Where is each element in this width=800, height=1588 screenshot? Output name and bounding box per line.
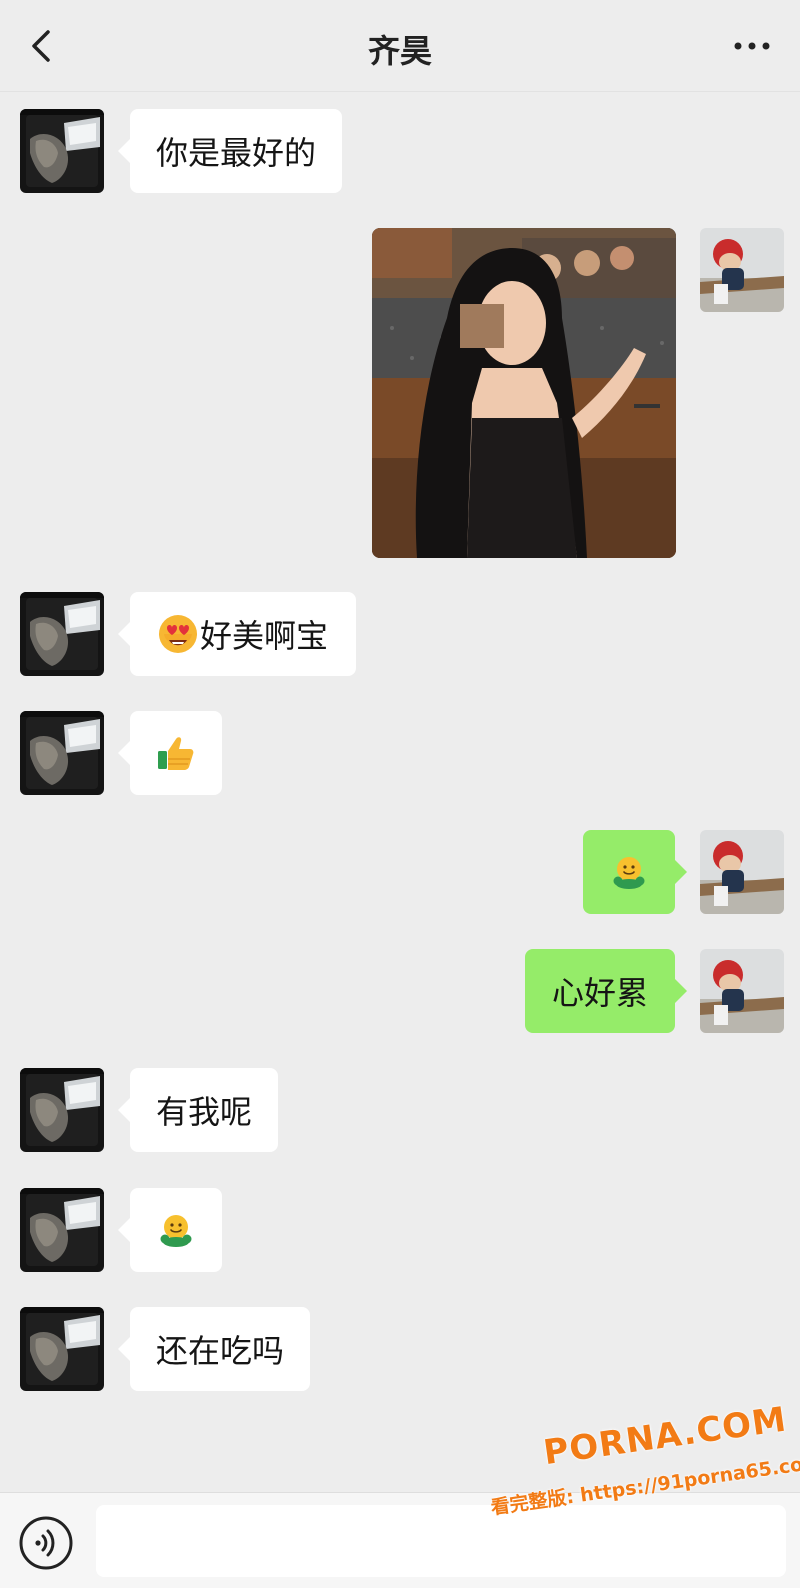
- message-text: 有我呢: [156, 1093, 253, 1131]
- message-text: 你是最好的: [156, 134, 317, 172]
- incoming-message-bubble[interactable]: 好美啊宝: [117, 592, 357, 676]
- chat-title: 齐昊: [367, 32, 432, 70]
- message-text: 好美啊宝: [200, 617, 329, 655]
- thumbs-up-emoji-icon: [154, 731, 198, 775]
- contact-avatar[interactable]: [20, 109, 104, 193]
- contact-avatar[interactable]: [20, 1307, 104, 1391]
- contact-avatar[interactable]: [20, 1068, 104, 1152]
- self-avatar[interactable]: [700, 228, 784, 312]
- message-text: 还在吃吗: [156, 1332, 285, 1370]
- outgoing-message-bubble[interactable]: 心好累: [525, 949, 687, 1033]
- more-dots-icon[interactable]: [732, 36, 772, 56]
- contact-avatar[interactable]: [20, 711, 104, 795]
- hug-emoji-icon: [156, 1210, 196, 1250]
- message-text: 心好累: [551, 974, 648, 1012]
- chat-header: 齐昊: [0, 0, 800, 92]
- self-avatar[interactable]: [700, 949, 784, 1033]
- voice-icon[interactable]: [18, 1515, 74, 1571]
- incoming-message-bubble[interactable]: [118, 711, 222, 795]
- self-avatar[interactable]: [700, 830, 784, 914]
- incoming-message-bubble[interactable]: [118, 1188, 222, 1272]
- incoming-message-bubble[interactable]: 还在吃吗: [117, 1307, 311, 1391]
- hug-emoji-icon: [609, 852, 649, 892]
- contact-avatar[interactable]: [20, 1188, 104, 1272]
- incoming-message-bubble[interactable]: 你是最好的: [117, 109, 343, 193]
- outgoing-message-bubble[interactable]: [583, 830, 687, 914]
- outgoing-image-message[interactable]: [372, 228, 676, 558]
- incoming-message-bubble[interactable]: 有我呢: [117, 1068, 279, 1152]
- heart-eyes-emoji-icon: [156, 612, 200, 656]
- contact-avatar[interactable]: [20, 592, 104, 676]
